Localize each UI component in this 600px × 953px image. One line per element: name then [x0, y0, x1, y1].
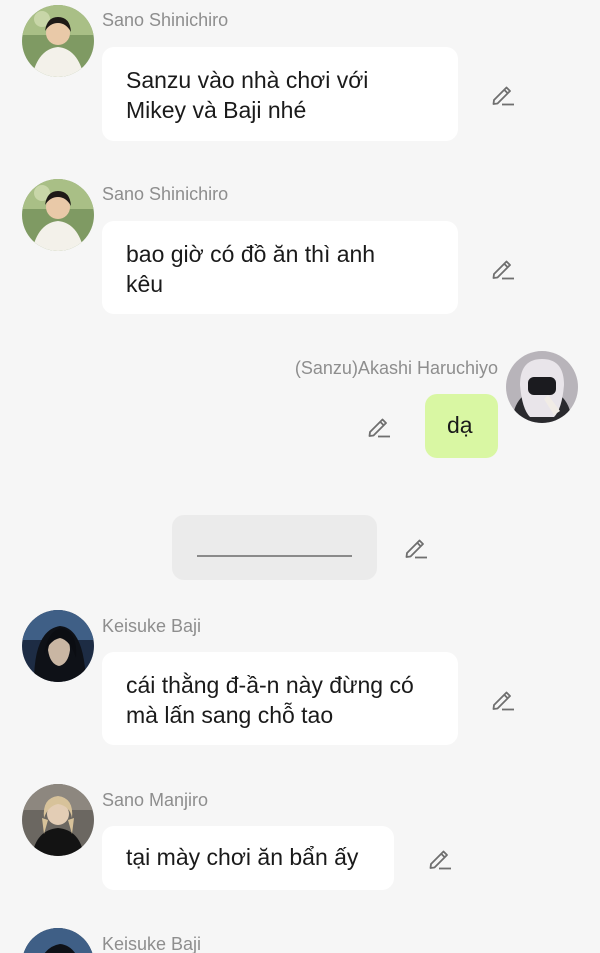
message-bubble[interactable]: cái thằng đ-ầ-n này đừng có mà lấn sang …: [102, 652, 458, 745]
sender-name: Sano Shinichiro: [102, 184, 229, 204]
avatar-akashi-haruchiyo[interactable]: [506, 351, 578, 423]
avatar-sano-shinichiro[interactable]: [22, 179, 94, 251]
edit-pencil-icon[interactable]: [489, 254, 517, 282]
sender-name: (Sanzu)Akashi Haruchiyo: [294, 358, 498, 378]
message-row: Keisuke Baji cái thằng đ-ầ-n này đừng có…: [0, 607, 600, 752]
edit-pencil-icon[interactable]: [365, 412, 393, 440]
message-row-outgoing: (Sanzu)Akashi Haruchiyo dạ: [0, 348, 600, 468]
message-row: Sano Shinichiro bao giờ có đồ ăn thì anh…: [0, 175, 600, 320]
avatar-sano-shinichiro[interactable]: [22, 5, 94, 77]
sender-name: Sano Manjiro: [102, 790, 209, 810]
message-bubble[interactable]: tại mày chơi ăn bẩn ấy: [102, 826, 394, 890]
avatar-keisuke-baji[interactable]: [22, 610, 94, 682]
message-bubble-outgoing[interactable]: dạ: [425, 394, 498, 458]
sender-name: Keisuke Baji: [102, 616, 202, 636]
message-row: Sano Shinichiro Sanzu vào nhà chơi với M…: [0, 0, 600, 150]
edit-pencil-icon[interactable]: [402, 533, 430, 561]
blank-message-bubble[interactable]: [172, 515, 377, 580]
blank-line: [197, 555, 352, 557]
avatar-keisuke-baji[interactable]: [22, 928, 94, 953]
chat-thread: Sano Shinichiro Sanzu vào nhà chơi với M…: [0, 0, 600, 953]
edit-pencil-icon[interactable]: [489, 80, 517, 108]
avatar-sano-manjiro[interactable]: [22, 784, 94, 856]
message-bubble[interactable]: bao giờ có đồ ăn thì anh kêu: [102, 221, 458, 314]
message-row: Sano Manjiro tại mày chơi ăn bẩn ấy: [0, 781, 600, 896]
sender-name: Sano Shinichiro: [102, 10, 229, 30]
message-row: Keisuke Baji: [0, 925, 600, 953]
message-bubble[interactable]: Sanzu vào nhà chơi với Mikey và Baji nhé: [102, 47, 458, 141]
sender-name: Keisuke Baji: [102, 934, 202, 953]
edit-pencil-icon[interactable]: [426, 844, 454, 872]
edit-pencil-icon[interactable]: [489, 685, 517, 713]
